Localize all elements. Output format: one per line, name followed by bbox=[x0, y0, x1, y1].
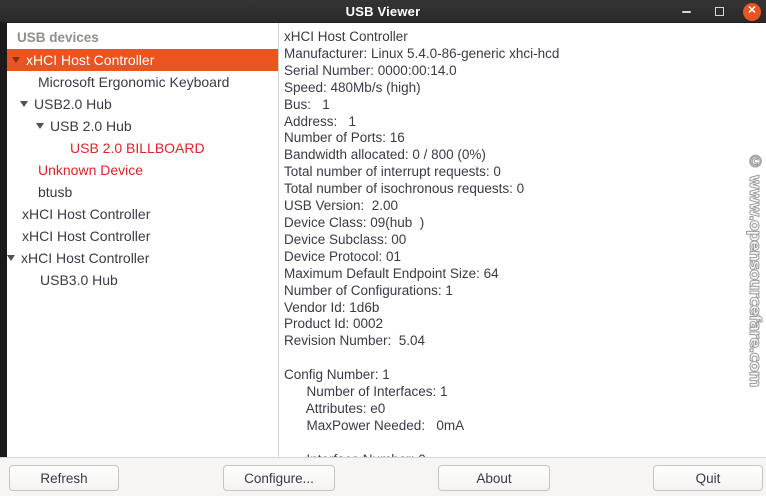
detail-line: Number of Ports: 16 bbox=[284, 130, 766, 147]
detail-line: Device Subclass: 00 bbox=[284, 232, 766, 249]
usb-viewer-window: USB Viewer ✕ USB devices xHCI Host Contr… bbox=[0, 0, 766, 496]
refresh-button[interactable]: Refresh bbox=[9, 465, 119, 491]
detail-line: Number of Configurations: 1 bbox=[284, 283, 766, 300]
tree-item[interactable]: btusb bbox=[7, 181, 278, 203]
detail-line: Device Class: 09(hub ) bbox=[284, 215, 766, 232]
tree-item-label: Unknown Device bbox=[38, 162, 143, 178]
detail-line: Product Id: 0002 bbox=[284, 316, 766, 333]
tree-item[interactable]: USB 2.0 BILLBOARD bbox=[7, 137, 278, 159]
expander-triangle-icon[interactable] bbox=[12, 57, 20, 63]
tree-item[interactable]: xHCI Host Controller bbox=[7, 203, 278, 225]
detail-line: Serial Number: 0000:00:14.0 bbox=[284, 63, 766, 80]
titlebar: USB Viewer ✕ bbox=[0, 0, 766, 23]
tree-item-label: xHCI Host Controller bbox=[22, 228, 150, 244]
detail-line: MaxPower Needed: 0mA bbox=[284, 418, 766, 435]
maximize-button[interactable] bbox=[710, 3, 728, 21]
detail-line: USB Version: 2.00 bbox=[284, 198, 766, 215]
tree-item[interactable]: xHCI Host Controller bbox=[7, 225, 278, 247]
detail-line: Total number of isochronous requests: 0 bbox=[284, 181, 766, 198]
quit-button[interactable]: Quit bbox=[653, 465, 763, 491]
expander-triangle-icon[interactable] bbox=[36, 123, 44, 129]
tree-column-header: USB devices bbox=[7, 27, 278, 49]
desktop-background-sliver bbox=[0, 23, 7, 457]
tree-item[interactable]: Microsoft Ergonomic Keyboard bbox=[7, 71, 278, 93]
detail-line: Number of Interfaces: 1 bbox=[284, 384, 766, 401]
tree-item-label: xHCI Host Controller bbox=[22, 206, 150, 222]
minimize-button[interactable] bbox=[677, 3, 695, 21]
tree-rows: xHCI Host Controller Microsoft Ergonomic … bbox=[7, 49, 278, 291]
detail-line: Config Number: 1 bbox=[284, 367, 766, 384]
detail-line: Address: 1 bbox=[284, 114, 766, 131]
device-detail-pane: xHCI Host ControllerManufacturer: Linux … bbox=[279, 23, 766, 457]
detail-line: Total number of interrupt requests: 0 bbox=[284, 164, 766, 181]
detail-line bbox=[284, 435, 766, 452]
tree-item-label: USB 2.0 Hub bbox=[50, 118, 132, 134]
detail-line bbox=[284, 350, 766, 367]
about-button[interactable]: About bbox=[438, 465, 550, 491]
tree-item-label: USB 2.0 BILLBOARD bbox=[70, 140, 205, 156]
detail-line: Revision Number: 5.04 bbox=[284, 333, 766, 350]
tree-item[interactable]: xHCI Host Controller bbox=[7, 247, 278, 269]
main-content: USB devices xHCI Host Controller Microsof… bbox=[7, 23, 766, 457]
detail-line: Manufacturer: Linux 5.4.0-86-generic xhc… bbox=[284, 46, 766, 63]
minimize-icon bbox=[682, 11, 691, 13]
tree-item[interactable]: xHCI Host Controller bbox=[7, 49, 278, 71]
close-button[interactable]: ✕ bbox=[743, 3, 761, 21]
window-controls: ✕ bbox=[677, 0, 761, 23]
configure-button[interactable]: Configure... bbox=[223, 465, 335, 491]
detail-line: xHCI Host Controller bbox=[284, 29, 766, 46]
detail-line: Vendor Id: 1d6b bbox=[284, 300, 766, 317]
detail-line: Bus: 1 bbox=[284, 97, 766, 114]
tree-item-label: USB2.0 Hub bbox=[34, 96, 112, 112]
tree-item[interactable]: USB2.0 Hub bbox=[7, 93, 278, 115]
tree-item-label: btusb bbox=[38, 184, 72, 200]
action-bar: Refresh Configure... About Quit bbox=[0, 457, 766, 496]
tree-item-label: xHCI Host Controller bbox=[21, 250, 149, 266]
detail-line: Bandwidth allocated: 0 / 800 (0%) bbox=[284, 147, 766, 164]
tree-item-label: USB3.0 Hub bbox=[40, 272, 118, 288]
detail-line: Speed: 480Mb/s (high) bbox=[284, 80, 766, 97]
tree-item[interactable]: USB3.0 Hub bbox=[7, 269, 278, 291]
expander-triangle-icon[interactable] bbox=[20, 101, 28, 107]
tree-item-label: xHCI Host Controller bbox=[26, 52, 154, 68]
window-title: USB Viewer bbox=[346, 4, 421, 19]
detail-line: Attributes: e0 bbox=[284, 401, 766, 418]
detail-line: Device Protocol: 01 bbox=[284, 249, 766, 266]
usb-device-tree: USB devices xHCI Host Controller Microsof… bbox=[7, 23, 279, 457]
tree-item[interactable]: Unknown Device bbox=[7, 159, 278, 181]
tree-item-label: Microsoft Ergonomic Keyboard bbox=[38, 74, 229, 90]
maximize-icon bbox=[715, 7, 724, 16]
expander-triangle-icon[interactable] bbox=[7, 255, 15, 261]
tree-item[interactable]: USB 2.0 Hub bbox=[7, 115, 278, 137]
close-icon: ✕ bbox=[747, 6, 756, 17]
detail-line: Maximum Default Endpoint Size: 64 bbox=[284, 266, 766, 283]
